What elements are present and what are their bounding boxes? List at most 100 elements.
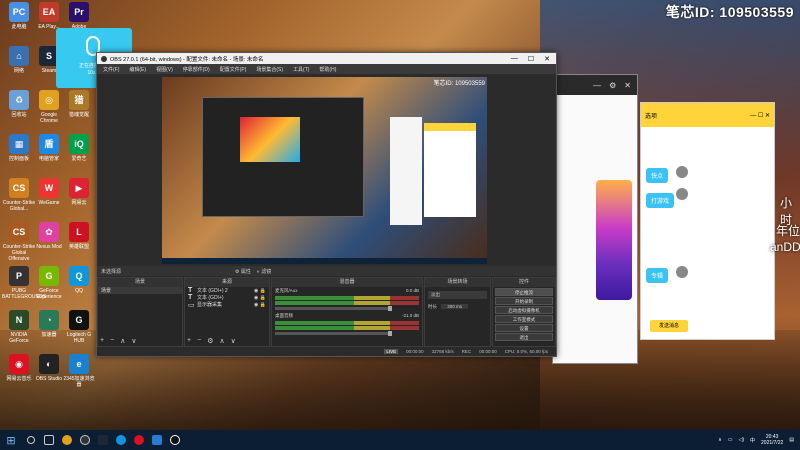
obs-preview[interactable]: 笔芯ID: 109503559 bbox=[162, 77, 487, 264]
avatar[interactable] bbox=[676, 188, 688, 200]
clock[interactable]: 20:43 2021/7/22 bbox=[761, 434, 783, 446]
obs-titlebar[interactable]: OBS 27.0.1 (64-bit, windows) - 配置文件: 未命名… bbox=[97, 53, 556, 64]
desktop-icon[interactable]: iQ 爱奇艺 bbox=[62, 134, 96, 162]
desktop-icon[interactable]: Q QQ bbox=[62, 266, 96, 294]
tray-up-icon[interactable]: ∧ bbox=[718, 437, 722, 443]
desktop-icon[interactable]: G GeForce Experience bbox=[32, 266, 66, 300]
chat-window-controls[interactable]: — ☐ ✕ bbox=[750, 112, 770, 119]
visibility-icon[interactable]: ◉ 🔒 bbox=[254, 288, 266, 294]
windows-start-icon[interactable]: ⊞ bbox=[0, 430, 22, 450]
ime-language[interactable]: 中 bbox=[750, 437, 755, 444]
add-icon[interactable]: + bbox=[100, 337, 104, 345]
settings-button[interactable]: 设置 bbox=[495, 324, 553, 332]
app-icon: Pr bbox=[69, 2, 89, 22]
secondary-window-titlebar[interactable]: — ⚙ ✕ bbox=[553, 75, 637, 95]
visibility-icon[interactable]: ◉ 🔒 bbox=[254, 295, 266, 301]
exit-button[interactable]: 退出 bbox=[495, 333, 553, 341]
desktop-icon[interactable]: ◐ OBS Studio bbox=[32, 354, 66, 382]
notification-icon[interactable]: ▤ bbox=[789, 437, 794, 443]
app-icon[interactable] bbox=[148, 430, 166, 450]
up-icon[interactable]: ∧ bbox=[120, 337, 125, 345]
close-icon[interactable]: ✕ bbox=[624, 81, 631, 90]
menu-profile[interactable]: 配置文件(P) bbox=[220, 66, 247, 73]
virtual-camera-button[interactable]: 启动虚拟摄像机 bbox=[495, 306, 553, 314]
add-icon[interactable]: + bbox=[187, 337, 191, 345]
gear-icon[interactable]: ⚙ bbox=[207, 337, 213, 345]
transition-select[interactable]: 淡出 bbox=[428, 291, 487, 299]
duration-input[interactable]: 300 ms bbox=[441, 304, 469, 309]
menu-view[interactable]: 视图(V) bbox=[156, 66, 173, 73]
stop-streaming-button[interactable]: 停止推流 bbox=[495, 288, 553, 296]
desktop-icon[interactable]: ♻ 回收站 bbox=[2, 90, 36, 118]
minimize-button[interactable]: — bbox=[511, 55, 518, 63]
search-icon[interactable] bbox=[22, 430, 40, 450]
qq-icon[interactable] bbox=[112, 430, 130, 450]
promo-banner[interactable] bbox=[596, 180, 632, 300]
chrome-icon[interactable] bbox=[58, 430, 76, 450]
remove-icon[interactable]: − bbox=[110, 337, 114, 345]
network-icon[interactable]: ▭ bbox=[728, 437, 733, 443]
desktop-icon[interactable]: 猎猎魂觉醒 bbox=[62, 90, 96, 118]
desktop-icon[interactable]: ◉ 网易云音乐 bbox=[2, 354, 36, 382]
menu-edit[interactable]: 编辑(E) bbox=[129, 66, 146, 73]
obs-window[interactable]: OBS 27.0.1 (64-bit, windows) - 配置文件: 未命名… bbox=[96, 52, 557, 357]
scene-item[interactable]: 场景 bbox=[98, 287, 182, 294]
visibility-icon[interactable]: ◉ 🔒 bbox=[254, 302, 266, 308]
start-recording-button[interactable]: 开始录制 bbox=[495, 297, 553, 305]
studio-mode-button[interactable]: 工作室模式 bbox=[495, 315, 553, 323]
app-icon: EA bbox=[39, 2, 59, 22]
chat-window[interactable]: 选项 — ☐ ✕ bbox=[640, 102, 775, 340]
down-icon[interactable]: ∨ bbox=[231, 337, 236, 345]
netease-icon[interactable] bbox=[130, 430, 148, 450]
overlay-text: anDD bbox=[770, 240, 800, 254]
desktop-icon[interactable]: ✿ Nexus Mod bbox=[32, 222, 66, 250]
volume-slider[interactable] bbox=[275, 306, 392, 311]
filters-button[interactable]: ◐ 滤镜 bbox=[257, 268, 271, 275]
desktop-icon[interactable]: L 英雄联盟 bbox=[62, 222, 96, 250]
menu-help[interactable]: 帮助(H) bbox=[319, 66, 336, 73]
volume-icon[interactable]: ◁) bbox=[738, 437, 744, 443]
desktop-icon[interactable]: N NVIDIA GeForce bbox=[2, 310, 36, 344]
avatar[interactable] bbox=[676, 166, 688, 178]
desktop-icon[interactable]: ▶ 网易云 bbox=[62, 178, 96, 206]
steam-icon[interactable] bbox=[94, 430, 112, 450]
desktop-icon[interactable]: W WeGame bbox=[32, 178, 66, 206]
mixer-dock: 混音器 麦克风/Aux 0.0 dB 桌面音频 -21.0 dB bbox=[271, 277, 423, 347]
desktop-icon[interactable]: ◔ 加速器 bbox=[32, 310, 66, 338]
source-item[interactable]: T 文本 (GDI+) 2 ◉ 🔒 bbox=[185, 287, 269, 294]
close-button[interactable]: ✕ bbox=[544, 55, 550, 63]
menu-docks[interactable]: 停靠部件(D) bbox=[183, 66, 210, 73]
scenes-dock: 场景 场景 + − ∧ ∨ bbox=[97, 277, 183, 347]
desktop-icon[interactable]: CS Counter-Strike Global... bbox=[2, 178, 36, 212]
send-message-button[interactable]: 发送消息 bbox=[650, 320, 688, 332]
desktop-icon[interactable]: PC 此电脑 bbox=[2, 2, 36, 30]
menu-file[interactable]: 文件(F) bbox=[103, 66, 119, 73]
obs-taskbar-icon[interactable] bbox=[76, 430, 94, 450]
avatar[interactable] bbox=[676, 266, 688, 278]
task-view-icon[interactable] bbox=[40, 430, 58, 450]
desktop-icon[interactable]: EA EA Play... bbox=[32, 2, 66, 30]
down-icon[interactable]: ∨ bbox=[131, 337, 136, 345]
maximize-button[interactable]: ☐ bbox=[528, 55, 534, 63]
desktop-icon[interactable]: CS Counter-Strike Global Offensive bbox=[2, 222, 36, 262]
desktop-icon[interactable]: e 2345加速浏览器 bbox=[62, 354, 96, 388]
up-icon[interactable]: ∧ bbox=[219, 337, 224, 345]
desktop-icon[interactable]: P PUBG BATTLEGROUNDS bbox=[2, 266, 46, 300]
desktop-icon[interactable]: G Logitech G HUB bbox=[62, 310, 96, 344]
source-item[interactable]: T 文本 (GDI+) ◉ 🔒 bbox=[185, 294, 269, 301]
source-item[interactable]: ▭ 显示器采集 ◉ 🔒 bbox=[185, 301, 269, 309]
remove-icon[interactable]: − bbox=[197, 337, 201, 345]
desktop-icon-label: QQ bbox=[75, 288, 83, 294]
volume-slider[interactable] bbox=[275, 331, 392, 336]
desktop-icon[interactable]: ◎ Google Chrome bbox=[32, 90, 66, 124]
obs-statusbar: LIVE 00:00:00 32768 kb/s REC 00:00:00 CP… bbox=[97, 347, 556, 356]
menu-scene-collection[interactable]: 场景集合(S) bbox=[256, 66, 283, 73]
settings-icon[interactable]: ⚙ bbox=[609, 81, 616, 90]
desktop-icon[interactable]: ⌂ 网络 bbox=[2, 46, 36, 74]
menu-tools[interactable]: 工具(T) bbox=[293, 66, 309, 73]
properties-button[interactable]: ⚙ 属性 bbox=[235, 268, 251, 275]
minimize-icon[interactable]: — bbox=[593, 81, 601, 90]
desktop-icon[interactable]: 盾电脑管家 bbox=[32, 134, 66, 162]
desktop-icon[interactable]: ▦ 控制面板 bbox=[2, 134, 36, 162]
obs-icon[interactable] bbox=[166, 430, 184, 450]
